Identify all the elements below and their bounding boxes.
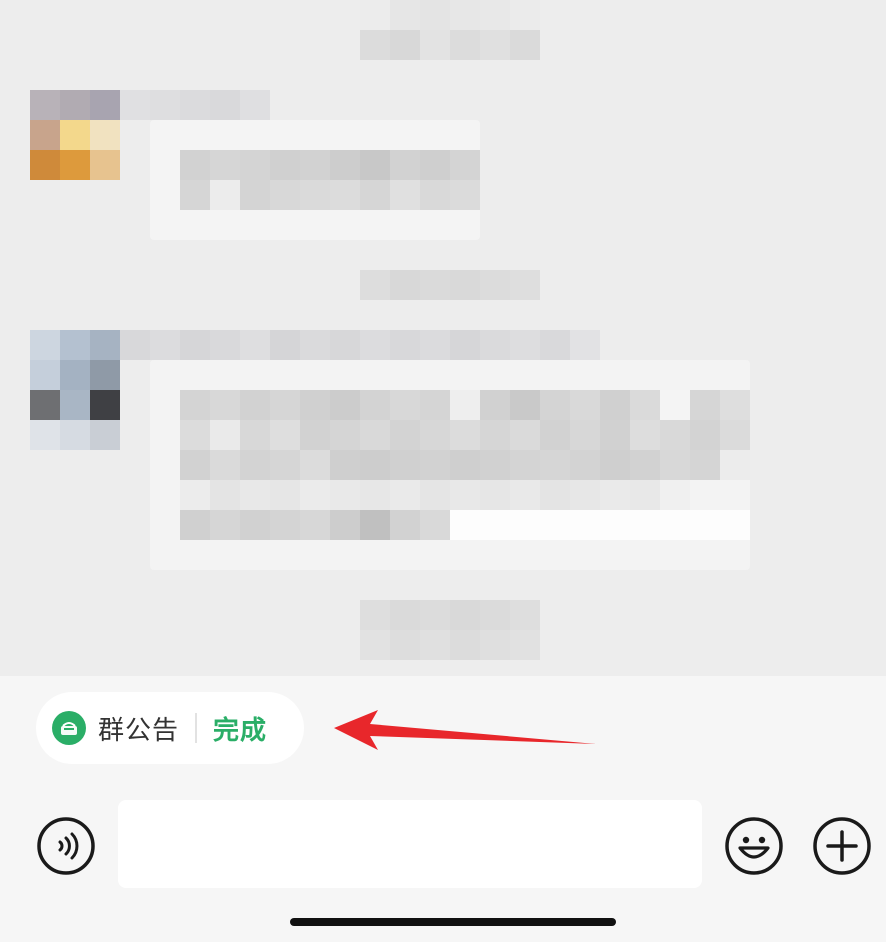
message-input[interactable] bbox=[118, 800, 702, 888]
sender-name-pixelated bbox=[120, 330, 600, 360]
timestamp-pixelated bbox=[360, 0, 540, 60]
emoji-icon bbox=[725, 817, 783, 875]
plus-icon bbox=[813, 817, 871, 875]
chip-divider bbox=[195, 713, 198, 743]
avatar[interactable] bbox=[30, 90, 120, 180]
group-announcement-chip[interactable]: 群公告 完成 bbox=[36, 692, 304, 764]
done-button[interactable]: 完成 bbox=[213, 710, 267, 747]
annotation-arrow-icon bbox=[334, 710, 596, 750]
chat-message-area[interactable] bbox=[0, 0, 886, 676]
announcement-label: 群公告 bbox=[98, 715, 180, 746]
home-indicator[interactable] bbox=[290, 918, 616, 926]
announcement-icon bbox=[52, 711, 86, 745]
avatar[interactable] bbox=[30, 330, 120, 450]
timestamp-pixelated bbox=[360, 270, 540, 300]
voice-icon bbox=[37, 817, 95, 875]
message-text-pixelated bbox=[180, 390, 750, 540]
message-text-pixelated bbox=[180, 150, 480, 210]
sender-name-pixelated bbox=[120, 90, 270, 120]
emoji-button[interactable] bbox=[724, 816, 784, 876]
timestamp-pixelated bbox=[360, 600, 540, 660]
more-options-button[interactable] bbox=[812, 816, 872, 876]
voice-button[interactable] bbox=[36, 816, 96, 876]
